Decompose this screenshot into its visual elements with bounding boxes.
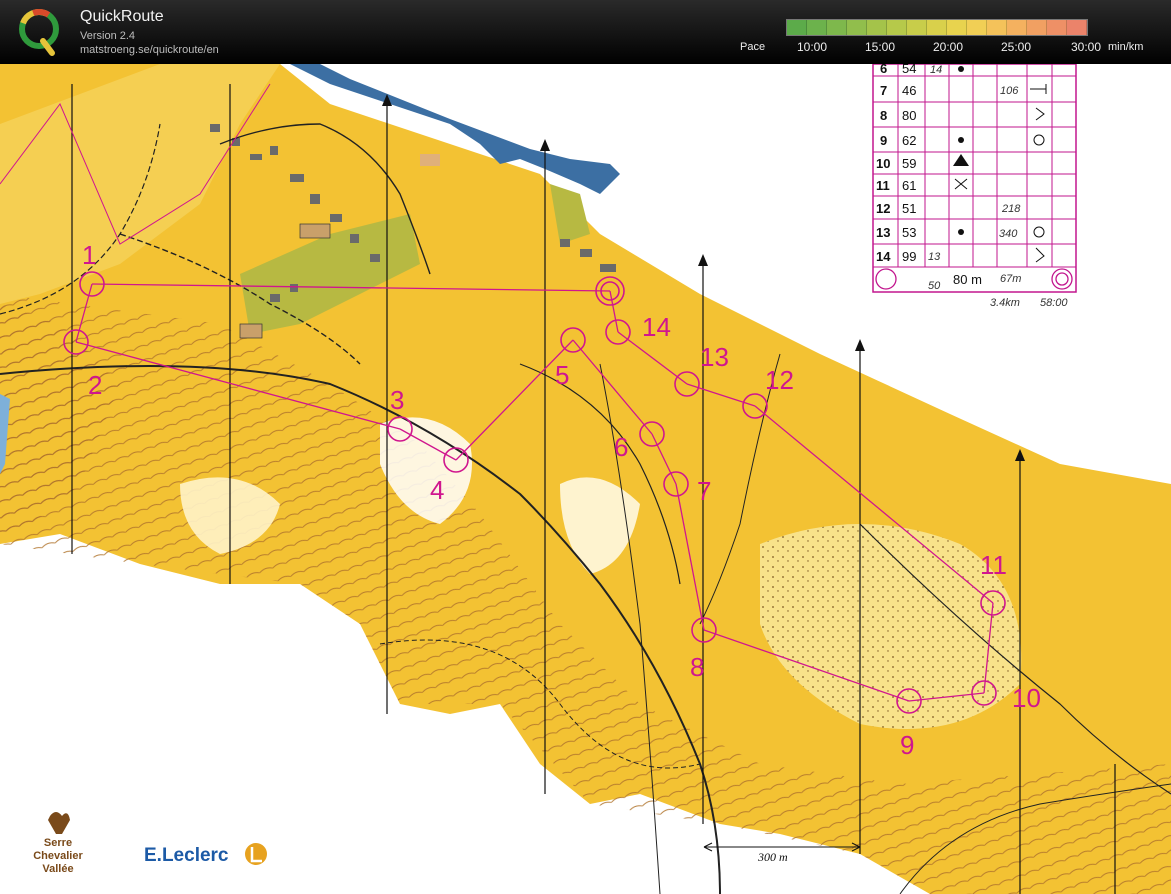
row-code: 46 — [902, 83, 916, 98]
pace-color-swatch — [967, 20, 987, 35]
row-note: 218 — [1001, 203, 1021, 215]
pace-color-swatch — [947, 20, 967, 35]
row-num: 7 — [880, 83, 887, 98]
control-number: 9 — [900, 730, 914, 760]
handwritten-distance: 3.4km — [990, 297, 1020, 309]
pace-unit: min/km — [1108, 41, 1144, 53]
row-code: 53 — [902, 225, 916, 240]
pace-color-swatch — [827, 20, 847, 35]
logo-line: Chevalier — [33, 850, 83, 862]
row-num: 10 — [876, 156, 890, 171]
row-code: 62 — [902, 133, 916, 148]
pace-color-swatch — [927, 20, 947, 35]
row-note: 340 — [999, 228, 1018, 240]
row-num: 6 — [880, 64, 887, 76]
control-number: 8 — [690, 652, 704, 682]
row-code: 51 — [902, 201, 916, 216]
pace-color-scale — [786, 19, 1088, 36]
control-number: 1 — [82, 240, 96, 270]
pace-color-swatch — [907, 20, 927, 35]
footer-distance: 80 m — [953, 272, 982, 287]
row-code: 99 — [902, 249, 916, 264]
pace-color-swatch — [807, 20, 827, 35]
pace-color-swatch — [1067, 20, 1087, 35]
pace-color-swatch — [1007, 20, 1027, 35]
quickroute-logo-icon — [19, 9, 59, 56]
row-note: 106 — [1000, 85, 1019, 97]
scale-label: 300 m — [757, 850, 788, 864]
control-description-table: 6 54 14 7 46 106 8 80 9 62 10 59 11 61 1… — [872, 64, 1077, 309]
control-number: 2 — [88, 370, 102, 400]
app-url: matstroeng.se/quickroute/en — [80, 44, 219, 56]
row-code: 59 — [902, 156, 916, 171]
pace-tick-15: 15:00 — [864, 40, 896, 54]
pace-color-swatch — [787, 20, 807, 35]
row-note: 14 — [930, 64, 942, 76]
handwritten-time: 58:00 — [1040, 297, 1068, 309]
pace-tick-25: 25:00 — [1000, 40, 1032, 54]
pace-color-swatch — [1027, 20, 1047, 35]
row-code: 80 — [902, 108, 916, 123]
control-number: 14 — [642, 312, 671, 342]
app-title: QuickRoute — [80, 8, 164, 25]
pace-color-swatch — [1047, 20, 1067, 35]
pace-tick-10: 10:00 — [796, 40, 828, 54]
footer-note: 67m — [1000, 273, 1021, 285]
pace-color-swatch — [887, 20, 907, 35]
pace-tick-30: 30:00 — [1070, 40, 1102, 54]
row-num: 11 — [876, 178, 890, 193]
control-number: 7 — [697, 476, 711, 506]
logo-line: Serre — [44, 837, 72, 849]
row-num: 13 — [876, 225, 890, 240]
control-number: 6 — [614, 432, 628, 462]
control-number: 3 — [390, 385, 404, 415]
leclerc-text: E.Leclerc — [144, 845, 229, 866]
pace-color-swatch — [847, 20, 867, 35]
pace-label: Pace — [740, 41, 766, 53]
row-num: 8 — [880, 108, 887, 123]
app-version: Version 2.4 — [80, 30, 136, 42]
pace-tick-20: 20:00 — [932, 40, 964, 54]
control-number: 4 — [430, 475, 444, 505]
app-header: QuickRoute Version 2.4 matstroeng.se/qui… — [0, 0, 1171, 64]
control-number: 5 — [555, 360, 569, 390]
control-number: 10 — [1012, 683, 1041, 713]
control-number: 13 — [700, 342, 729, 372]
row-code: 54 — [902, 64, 916, 76]
row-num: 12 — [876, 201, 890, 216]
logo-line: Vallée — [42, 863, 73, 875]
orienteering-map[interactable]: 1 2 3 4 5 6 7 8 9 10 11 12 13 14 300 m 6… — [0, 64, 1171, 894]
control-number: 12 — [765, 365, 794, 395]
row-code: 61 — [902, 178, 916, 193]
pace-color-swatch — [867, 20, 887, 35]
row-note: 13 — [928, 251, 941, 263]
footer-small: 50 — [928, 280, 941, 292]
pace-color-swatch — [987, 20, 1007, 35]
row-num: 9 — [880, 133, 887, 148]
quickroute-window: QuickRoute Version 2.4 matstroeng.se/qui… — [0, 0, 1171, 894]
row-num: 14 — [876, 249, 891, 264]
control-number: 11 — [980, 550, 1007, 580]
